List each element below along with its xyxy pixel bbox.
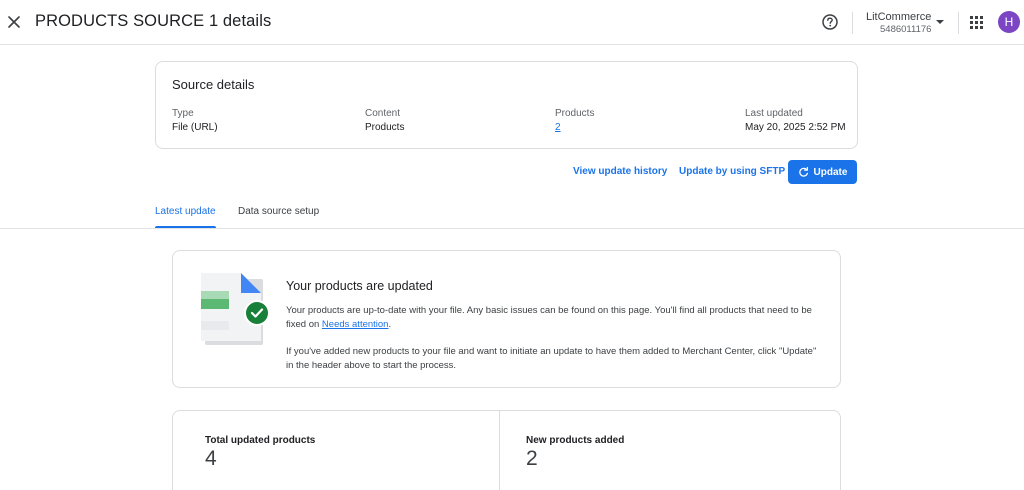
apps-button[interactable] xyxy=(970,16,983,29)
status-instructions: If you've added new products to your fil… xyxy=(286,346,817,371)
top-bar: PRODUCTS SOURCE 1 details LitCommerce 54… xyxy=(0,0,1024,45)
detail-content: Content Products xyxy=(365,107,404,135)
detail-value: May 20, 2025 2:52 PM xyxy=(745,122,846,133)
detail-label: Last updated xyxy=(745,108,803,119)
detail-products: Products 2 xyxy=(555,107,594,135)
header-divider xyxy=(958,12,959,34)
products-count-link[interactable]: 2 xyxy=(555,120,594,135)
source-details-card: Source details Type File (URL) Content P… xyxy=(155,61,858,149)
update-button-label: Update xyxy=(813,166,848,178)
document-check-icon xyxy=(201,273,270,345)
detail-last-updated: Last updated May 20, 2025 2:52 PM xyxy=(745,107,846,135)
source-details-title: Source details xyxy=(172,77,255,92)
apps-grid-icon xyxy=(970,16,983,29)
close-icon xyxy=(8,16,20,28)
stat-label: Total updated products xyxy=(205,435,316,446)
status-description: Your products are up-to-date with your f… xyxy=(286,304,826,332)
close-button[interactable] xyxy=(4,10,24,34)
stat-label: New products added xyxy=(526,435,625,446)
page-title: PRODUCTS SOURCE 1 details xyxy=(35,12,272,30)
help-circle-icon xyxy=(822,14,838,30)
avatar[interactable]: H xyxy=(998,11,1020,33)
account-id: 5486011176 xyxy=(880,24,932,35)
detail-label: Products xyxy=(555,108,595,119)
view-update-history-button[interactable]: View update history xyxy=(573,166,667,177)
stats-divider xyxy=(499,411,500,490)
detail-type: Type File (URL) xyxy=(172,107,218,135)
detail-label: Content xyxy=(365,108,401,119)
account-switcher[interactable]: LitCommerce 5486011176 xyxy=(850,9,945,37)
update-stats-card: Total updated products 4 New products ad… xyxy=(172,410,841,490)
help-button[interactable] xyxy=(820,12,840,32)
detail-value: File (URL) xyxy=(172,122,218,133)
needs-attention-link[interactable]: Needs attention xyxy=(322,319,389,330)
update-button[interactable]: Update xyxy=(788,160,857,184)
status-title: Your products are updated xyxy=(286,279,433,293)
account-name: LitCommerce xyxy=(866,11,932,23)
status-text: . xyxy=(388,319,392,330)
tab-latest-update[interactable]: Latest update xyxy=(155,206,216,217)
tabs-divider xyxy=(0,228,1024,229)
update-by-sftp-button[interactable]: Update by using SFTP xyxy=(679,166,785,177)
detail-value: Products xyxy=(365,122,405,133)
stat-value: 4 xyxy=(205,447,217,470)
tab-data-source-setup[interactable]: Data source setup xyxy=(238,206,319,217)
caret-down-icon xyxy=(936,20,944,24)
detail-label: Type xyxy=(172,108,194,119)
refresh-icon xyxy=(798,166,808,177)
stat-value: 2 xyxy=(526,447,538,470)
products-updated-card: Your products are updated Your products … xyxy=(172,250,841,388)
